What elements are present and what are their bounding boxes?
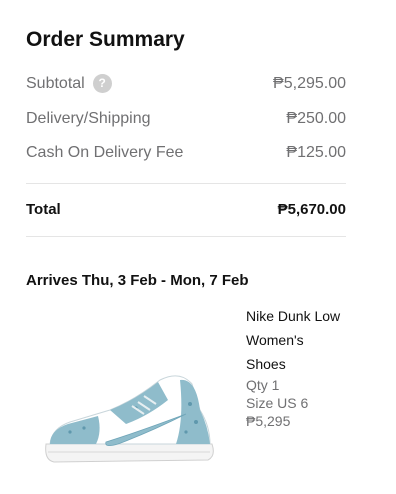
product-size: Size US 6: [246, 395, 309, 411]
order-summary-title: Order Summary: [26, 28, 185, 51]
product-name-line2[interactable]: Women's: [246, 328, 366, 352]
divider-bottom: [26, 236, 346, 237]
total-value: ₱5,670.00: [277, 201, 346, 218]
subtotal-label: Subtotal: [26, 74, 85, 92]
delivery-row: Delivery/Shipping ₱250.00: [26, 110, 346, 128]
total-row: Total ₱5,670.00: [26, 201, 346, 218]
subtotal-row: Subtotal ? ₱5,295.00: [26, 74, 346, 93]
help-icon[interactable]: ?: [92, 74, 112, 93]
sneaker-image: [40, 370, 220, 470]
subtotal-label-group: Subtotal ?: [26, 74, 112, 93]
arrival-estimate: Arrives Thu, 3 Feb - Mon, 7 Feb: [26, 272, 249, 289]
total-label: Total: [26, 201, 61, 218]
product-price: ₱5,295: [246, 413, 291, 429]
divider-top: [26, 183, 346, 184]
product-name-line3[interactable]: Shoes: [246, 352, 366, 376]
cod-fee-value: ₱125.00: [286, 144, 346, 161]
product-qty: Qty 1: [246, 377, 280, 393]
product-details: Nike Dunk Low Women's Shoes Qty 1 Size U…: [246, 304, 366, 430]
product-name-line1[interactable]: Nike Dunk Low: [246, 304, 366, 328]
delivery-label: Delivery/Shipping: [26, 110, 151, 127]
cod-fee-row: Cash On Delivery Fee ₱125.00: [26, 144, 346, 162]
subtotal-value: ₱5,295.00: [273, 74, 346, 92]
delivery-value: ₱250.00: [286, 110, 346, 127]
cod-fee-label: Cash On Delivery Fee: [26, 144, 184, 161]
